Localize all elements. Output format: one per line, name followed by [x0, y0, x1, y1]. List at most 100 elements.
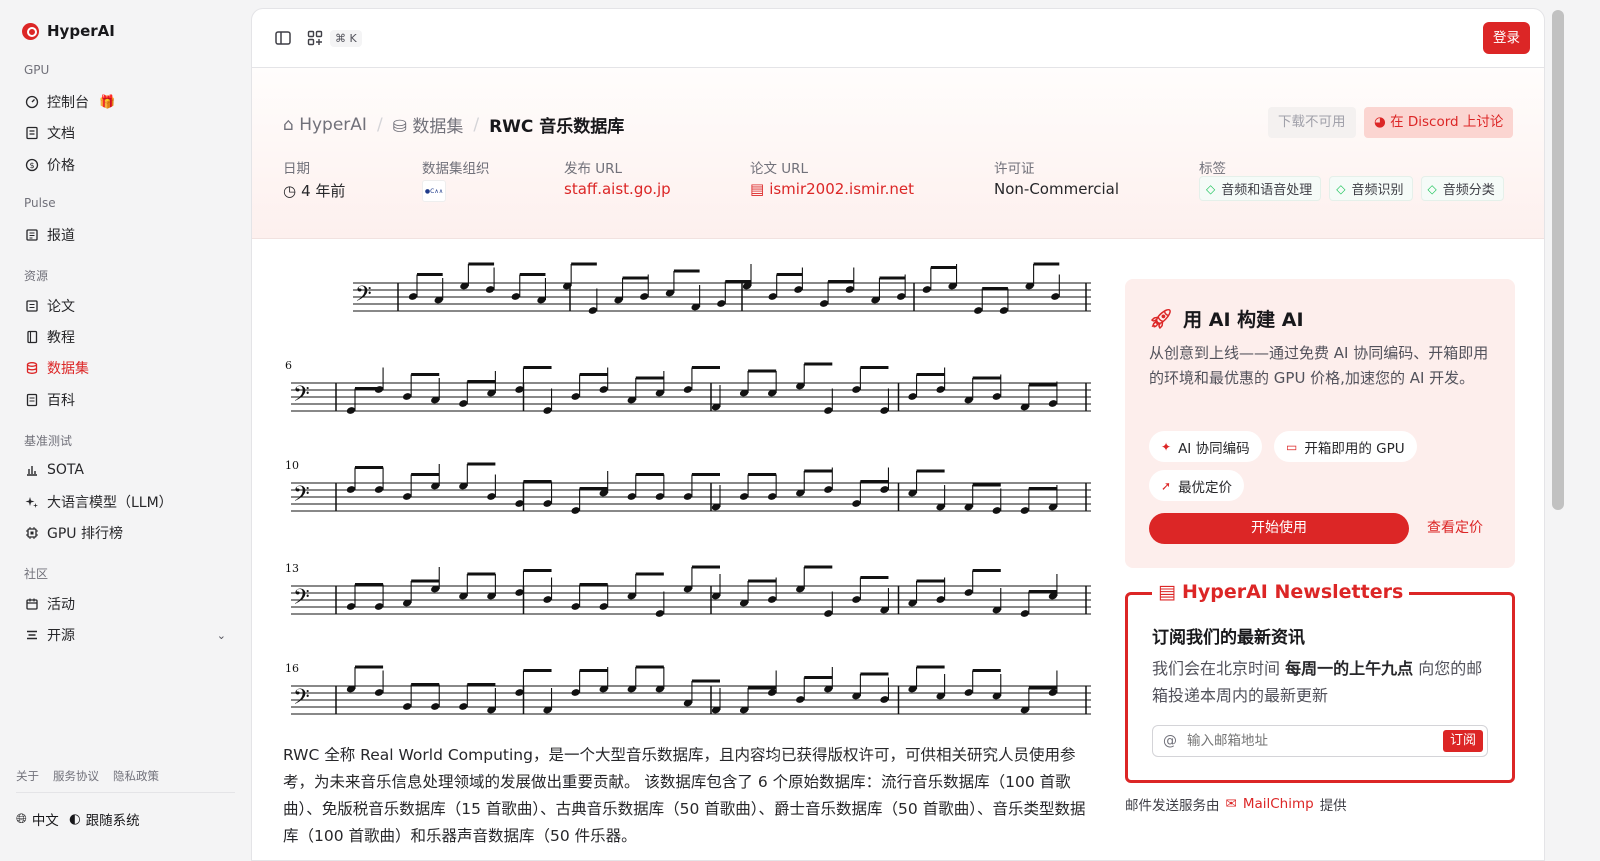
chip-gpu[interactable]: ▭ 开箱即用的 GPU — [1274, 431, 1417, 462]
sidebar-item-label: 文档 — [47, 126, 75, 142]
newsletter-text: 我们会在北京时间 每周一的上午九点 向您的邮箱投递本周内的最新更新 — [1152, 655, 1492, 709]
sidebar-item-sota[interactable]: SOTA — [16, 456, 236, 484]
tag[interactable]: ◇ 音频识别 — [1329, 176, 1413, 201]
email-input[interactable] — [1187, 733, 1427, 749]
bass-clef: 𝄢 — [293, 585, 310, 615]
tags-label: 标签 — [1199, 161, 1226, 177]
org-label: 数据集组织 — [422, 161, 490, 177]
paper-link[interactable]: ▤ ismir2002.ismir.net — [750, 180, 914, 198]
sidebar-item-label: 活动 — [47, 597, 75, 613]
newsletter-text-before: 我们会在北京时间 — [1152, 659, 1286, 678]
theme-label: 跟随系统 — [85, 813, 140, 829]
sidebar-item-label: 开源 — [47, 628, 75, 644]
sidebar-item-label: 控制台 — [47, 95, 89, 111]
database-icon: ⛁ — [392, 117, 407, 137]
sidebar-item-label: 价格 — [47, 158, 75, 174]
database-icon — [25, 361, 39, 375]
brand-name: HyperAI — [47, 22, 115, 40]
credit-text: 提供 — [1319, 798, 1347, 814]
date-value: ◷ 4 年前 — [283, 180, 345, 201]
shortcut-hint[interactable]: ⌘ K — [330, 29, 362, 47]
rocket-icon: 🚀︎ — [1149, 308, 1174, 330]
home-icon: ⌂ — [283, 114, 294, 135]
view-pricing-link[interactable]: 查看定价 — [1427, 513, 1483, 544]
terms-link[interactable]: 服务协议 — [53, 768, 99, 784]
book-icon — [25, 330, 39, 344]
breadcrumb: ⌂ HyperAI / ⛁ 数据集 / RWC 音乐数据库 — [283, 112, 624, 138]
measure-number: 6 — [285, 359, 292, 372]
section-resources: 资源 — [24, 269, 49, 283]
sidebar-item-events[interactable]: 活动 — [16, 590, 236, 618]
download-button[interactable]: 下载不可用 — [1268, 107, 1356, 138]
login-button[interactable]: 登录 — [1483, 22, 1530, 54]
tag-label: 音频和语音处理 — [1221, 183, 1313, 198]
get-started-button[interactable]: 开始使用 — [1149, 513, 1409, 544]
url-link[interactable]: staff.aist.go.jp — [564, 180, 671, 198]
theme-switch[interactable]: ◐ 跟随系统 — [69, 809, 140, 829]
chip-pricing[interactable]: ➚ 最优定价 — [1149, 470, 1245, 501]
sidebar-item-console[interactable]: 控制台 🎁 — [16, 88, 236, 116]
footer-settings: 🌐︎ 中文 ◐ 跟随系统 — [16, 809, 140, 829]
bar-chart-icon — [25, 463, 39, 477]
measure-number: 13 — [285, 562, 299, 575]
sidebar-toggle-icon[interactable] — [274, 29, 292, 47]
clock-icon: ◷ — [283, 181, 297, 200]
sidebar-item-label: 数据集 — [47, 361, 89, 377]
hyperai-logo-icon — [22, 22, 39, 40]
sidebar-item-opensource[interactable]: 开源 ⌄ — [16, 621, 236, 649]
brand[interactable]: HyperAI — [22, 22, 115, 40]
breadcrumb-separator: / — [376, 114, 383, 135]
sheet-music-svg: 𝄢𝄢6𝄢10𝄢13𝄢16 — [285, 262, 1091, 715]
promo-title: 🚀︎ 用 AI 构建 AI — [1149, 305, 1304, 332]
license-value: Non-Commercial — [994, 180, 1120, 198]
divider — [16, 792, 235, 793]
chip-ai-coding[interactable]: ✦ AI 协同编码 — [1149, 431, 1262, 462]
privacy-link[interactable]: 隐私政策 — [113, 768, 159, 784]
sidebar-item-docs[interactable]: 文档 — [16, 119, 236, 147]
globe-icon: 🌐︎ — [16, 811, 27, 827]
footer-links: 关于 服务协议 隐私政策 — [16, 768, 159, 784]
tag[interactable]: ◇ 音频分类 — [1420, 176, 1504, 201]
chip-label: AI 协同编码 — [1178, 440, 1250, 457]
sidebar-item-wiki[interactable]: 百科 — [16, 386, 236, 414]
tag-list: ◇ 音频和语音处理 ◇ 音频识别 ◇ 音频分类 — [1199, 176, 1504, 201]
section-pulse: Pulse — [24, 196, 56, 210]
paper-label: 论文 URL — [750, 161, 809, 177]
svg-text:$: $ — [29, 161, 34, 170]
chevron-down-icon: ⌄ — [216, 628, 226, 642]
measure-number: 10 — [285, 459, 299, 472]
sheet-music-image: 𝄢 𝄢 6 𝄢 10 𝄢 13 𝄢 16 — [283, 261, 1095, 721]
language-switch[interactable]: 🌐︎ 中文 — [16, 809, 59, 829]
breadcrumb-datasets[interactable]: ⛁ 数据集 — [393, 112, 464, 137]
tag[interactable]: ◇ 音频和语音处理 — [1199, 176, 1322, 201]
breadcrumb-section-label: 数据集 — [412, 117, 464, 137]
sidebar-item-datasets[interactable]: 数据集 — [16, 354, 236, 382]
license-label: 许可证 — [994, 161, 1035, 177]
bass-clef: 𝄢 — [293, 685, 310, 715]
apps-grid-icon[interactable] — [306, 29, 324, 47]
language-label: 中文 — [31, 813, 59, 829]
sidebar-item-tutorials[interactable]: 教程 — [16, 323, 236, 351]
date-text: 4 年前 — [301, 182, 346, 200]
subscribe-button[interactable]: 订阅 — [1442, 730, 1483, 752]
sidebar-item-label: 论文 — [47, 299, 75, 315]
sidebar-item-pricing[interactable]: $ 价格 — [16, 151, 236, 179]
half-circle-icon: ◐ — [68, 811, 81, 827]
newsletter-heading: 订阅我们的最新资讯 — [1152, 628, 1305, 648]
dashboard-icon — [25, 95, 39, 109]
sidebar-item-gpu-leaderboard[interactable]: GPU 排行榜 — [16, 519, 236, 547]
breadcrumb-separator: / — [473, 114, 480, 135]
about-link[interactable]: 关于 — [16, 768, 39, 784]
mailchimp-link[interactable]: MailChimp — [1243, 796, 1314, 812]
sidebar-item-llm[interactable]: 大语言模型（LLM） — [16, 488, 236, 516]
sparkle-icon: ✦ — [1161, 439, 1172, 454]
sidebar-item-papers[interactable]: 论文 — [16, 292, 236, 320]
sidebar-item-news[interactable]: 报道 — [16, 221, 236, 249]
breadcrumb-home[interactable]: ⌂ HyperAI — [283, 115, 367, 135]
organization-logo[interactable]: ●C∧∧ — [422, 180, 446, 202]
scrollbar[interactable] — [1552, 10, 1564, 510]
sidebar: HyperAI GPU 控制台 🎁 文档 $ 价格 Pulse 报道 资源 论文… — [0, 0, 251, 861]
paper-icon — [25, 299, 39, 313]
discord-button[interactable]: ◕ 在 Discord 上讨论 — [1364, 107, 1514, 138]
measure-number: 16 — [285, 662, 299, 675]
